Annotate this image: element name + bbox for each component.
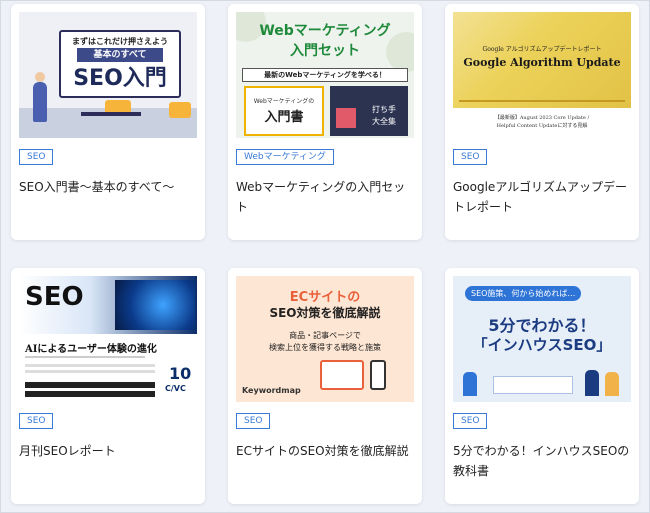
- resource-card[interactable]: SEO AIによるユーザー体験の進化 10 C/VC SEO 月刊SEOレポート: [11, 268, 205, 504]
- thumb-title-2: 「インハウスSEO」: [472, 336, 612, 354]
- laptop-icon: [320, 360, 364, 390]
- chart-icon: [336, 108, 356, 128]
- card-thumbnail[interactable]: まずはこれだけ押さえよう 基本のすべて SEO入門: [19, 12, 197, 138]
- resource-card[interactable]: Webマーケティング 入門セット 最新のWebマーケティングを学べる！ Webマ…: [228, 4, 422, 240]
- book-title: 入門書: [264, 110, 304, 125]
- person-figure-icon: [463, 372, 477, 396]
- card-title[interactable]: Googleアルゴリズムアップデートレポート: [453, 177, 631, 217]
- brand-logo: C/VC: [165, 384, 186, 393]
- issue-number: 10: [169, 364, 192, 383]
- thumb-title: Google Algorithm Update: [463, 56, 621, 69]
- card-title[interactable]: ECサイトのSEO対策を徹底解説: [236, 441, 414, 461]
- thumb-title-2: 入門セット: [290, 43, 360, 59]
- resource-card[interactable]: ECサイトの SEO対策を徹底解説 商品・記事ページで 検索上位を獲得する戦略と…: [228, 268, 422, 504]
- thumb-kicker: SEO施策、何から始めれば…: [465, 286, 582, 301]
- card-title[interactable]: Webマーケティングの入門セット: [236, 177, 414, 217]
- thumb-title: Webマーケティング: [259, 23, 391, 39]
- person-figure-icon: [585, 370, 599, 396]
- thumb-title: 5分でわかる！: [488, 316, 596, 335]
- card-thumbnail[interactable]: Webマーケティング 入門セット 最新のWebマーケティングを学べる！ Webマ…: [236, 12, 414, 138]
- brand-logo: Keywordmap: [242, 386, 301, 395]
- book-subtitle-2: 大全集: [372, 117, 396, 126]
- thumb-title-2: SEO対策を徹底解説: [269, 306, 381, 320]
- book-title-2: 打ち手: [372, 105, 396, 114]
- thumb-kicker: まずはこれだけ押さえよう: [72, 37, 168, 46]
- category-tag[interactable]: Webマーケティング: [236, 149, 334, 165]
- category-tag[interactable]: SEO: [19, 413, 54, 429]
- thumb-banner: 最新のWebマーケティングを学べる！: [242, 68, 408, 82]
- thumb-subtitle: 商品・記事ページで: [289, 331, 361, 340]
- thumb-kicker: Google アルゴリズムアップデートレポート: [482, 46, 602, 53]
- person-figure-icon: [605, 372, 619, 396]
- card-thumbnail[interactable]: Google アルゴリズムアップデートレポート Google Algorithm…: [453, 12, 631, 138]
- card-thumbnail[interactable]: SEO施策、何から始めれば… 5分でわかる！ 「インハウスSEO」: [453, 276, 631, 402]
- book-subtitle: Webマーケティングの: [253, 98, 315, 105]
- thumb-subtitle-2: Helpful Content Updateに対する見解: [496, 123, 588, 129]
- thumb-title: SEO: [25, 282, 84, 312]
- category-tag[interactable]: SEO: [236, 413, 271, 429]
- thumb-subtitle: 基本のすべて: [77, 48, 163, 62]
- resource-card[interactable]: Google アルゴリズムアップデートレポート Google Algorithm…: [445, 4, 639, 240]
- resource-card[interactable]: まずはこれだけ押さえよう 基本のすべて SEO入門 SEO SEO入門書〜基本の…: [11, 4, 205, 240]
- thumb-subtitle: 【最新版】August 2023 Core Update /: [494, 115, 590, 121]
- card-title[interactable]: 5分でわかる！インハウスSEOの教科書: [453, 441, 631, 481]
- thumb-subtitle-2: 検索上位を獲得する戦略と施策: [269, 343, 381, 352]
- card-title[interactable]: SEO入門書〜基本のすべて〜: [19, 177, 197, 197]
- category-tag[interactable]: SEO: [453, 149, 488, 165]
- phone-icon: [370, 360, 386, 390]
- card-thumbnail[interactable]: ECサイトの SEO対策を徹底解説 商品・記事ページで 検索上位を獲得する戦略と…: [236, 276, 414, 402]
- resource-card[interactable]: SEO施策、何から始めれば… 5分でわかる！ 「インハウスSEO」 SEO 5分…: [445, 268, 639, 504]
- category-tag[interactable]: SEO: [453, 413, 488, 429]
- thumb-subtitle: AIによるユーザー体験の進化: [25, 344, 157, 355]
- thumb-title: SEO入門: [73, 66, 167, 91]
- thumb-title: ECサイトの: [289, 290, 361, 305]
- card-thumbnail[interactable]: SEO AIによるユーザー体験の進化 10 C/VC: [19, 276, 197, 402]
- card-title[interactable]: 月刊SEOレポート: [19, 441, 197, 461]
- category-tag[interactable]: SEO: [19, 149, 54, 165]
- person-figure-icon: [33, 82, 47, 122]
- person-figure-icon: [169, 102, 191, 118]
